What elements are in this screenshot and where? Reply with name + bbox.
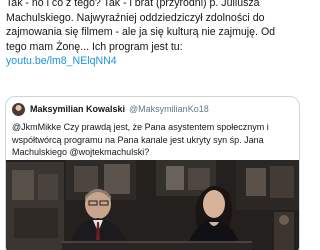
avatar[interactable] bbox=[12, 102, 25, 116]
quoted-text-line: Machulskiego @wojtekmachulski? bbox=[12, 147, 150, 158]
video-still-image bbox=[6, 160, 299, 250]
tweet-text-line: tego mam Żonę... Ich program jest tu: bbox=[6, 40, 183, 53]
quoted-author-name[interactable]: Maksymilian Kowalski bbox=[30, 104, 125, 114]
quoted-text-line: @JkmMikke Czy prawdą jest, że Pana asyst… bbox=[12, 122, 269, 132]
tweet-text: Tak - no i co z tego? Tak - i brat (przy… bbox=[6, 0, 298, 69]
quoted-author-handle[interactable]: @MaksymilianKo18 bbox=[129, 104, 209, 114]
tweet-text-line: zajmowania się filmem - ale ja się kultu… bbox=[6, 26, 276, 39]
tweet-text-line: Machulskiego. Najwyraźniej oddziedziczył… bbox=[6, 11, 265, 24]
quoted-tweet-text: @JkmMikke Czy prawdą jest, że Pana asyst… bbox=[12, 121, 294, 159]
quoted-text-line: współtwórcą programu na Pana kanale jest… bbox=[12, 134, 264, 145]
tweet-text-line: Tak - no i co z tego? Tak - i brat (przy… bbox=[6, 0, 260, 9]
quoted-tweet-card[interactable]: Maksymilian Kowalski @MaksymilianKo18 @J… bbox=[5, 96, 300, 250]
youtube-link[interactable]: youtu.be/lm8_NElqNN4 bbox=[6, 55, 117, 67]
video-thumbnail[interactable] bbox=[6, 160, 299, 250]
quoted-tweet-header: Maksymilian Kowalski @MaksymilianKo18 bbox=[12, 102, 209, 116]
